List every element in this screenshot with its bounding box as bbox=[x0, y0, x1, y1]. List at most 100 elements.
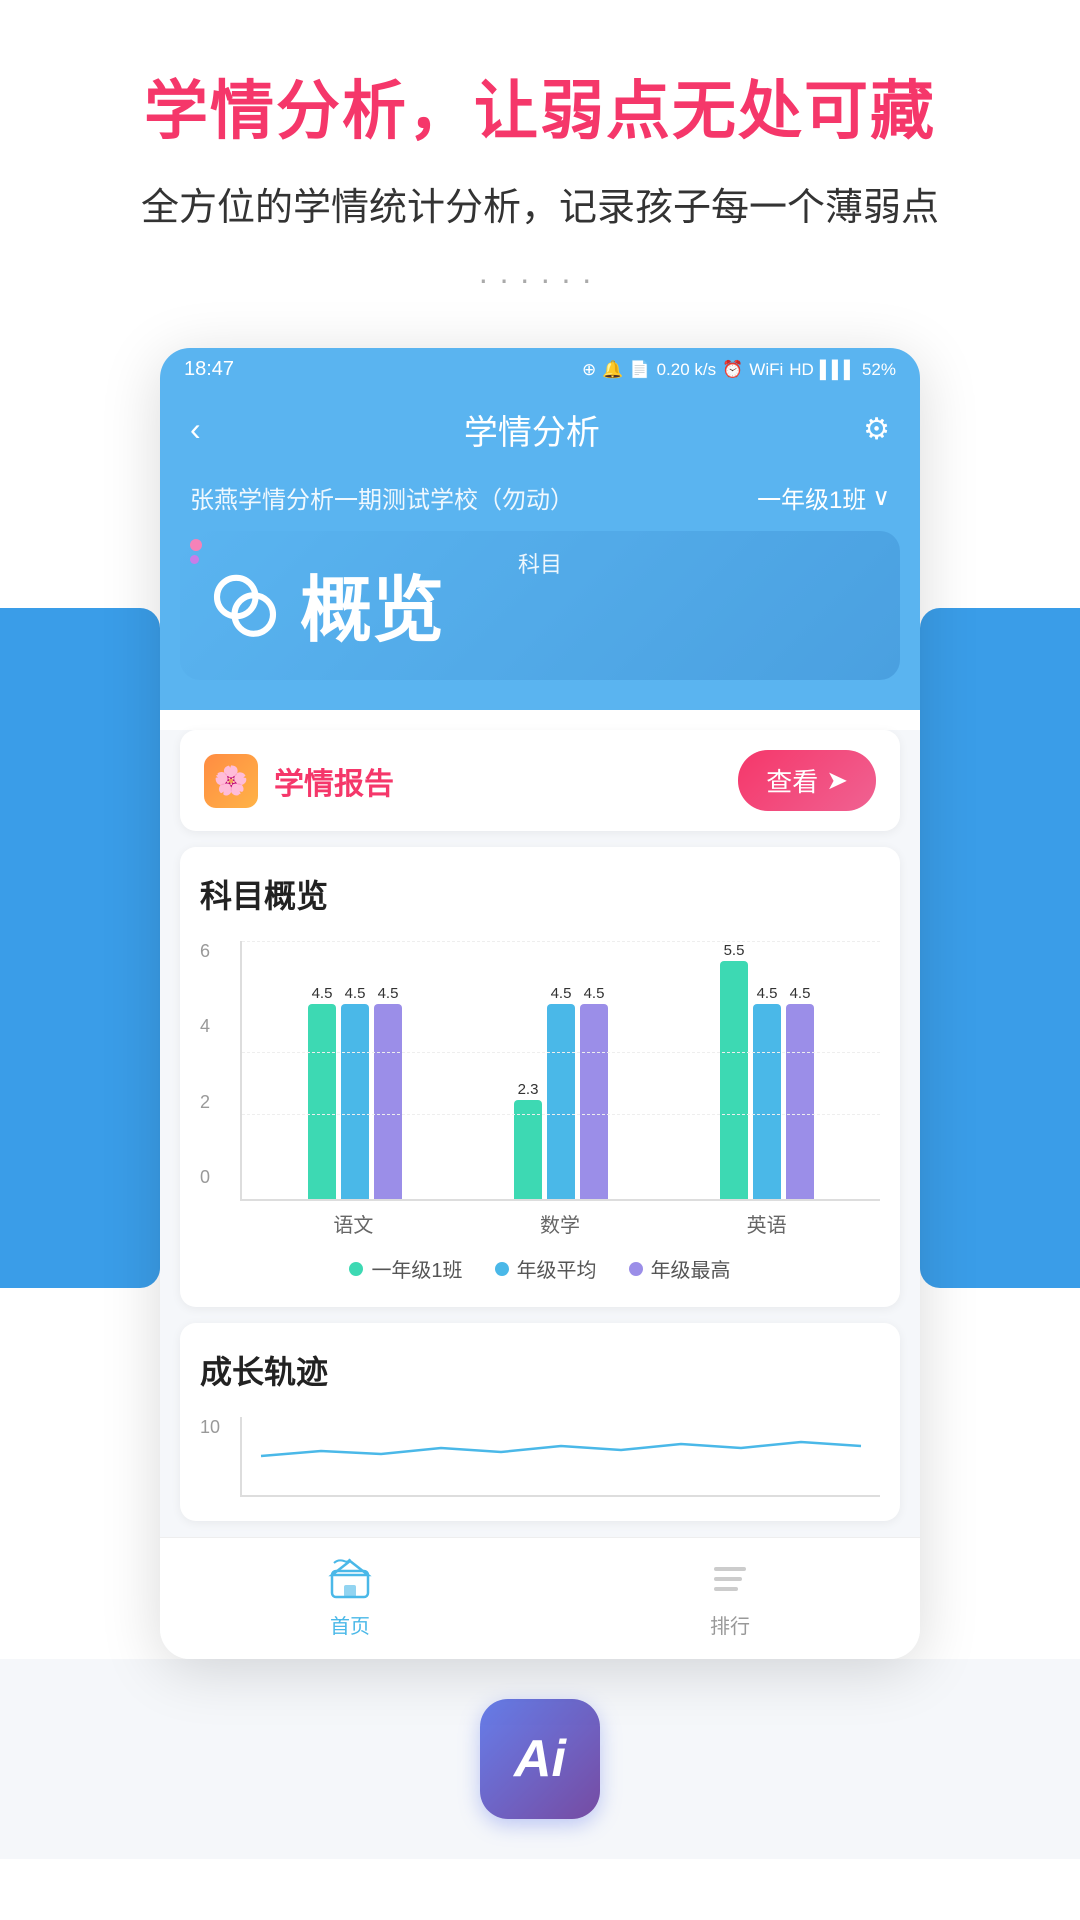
blue-panel-right bbox=[920, 608, 1080, 1288]
val-yingyu-2: 4.5 bbox=[757, 985, 778, 1002]
grid-line-4 bbox=[242, 1052, 880, 1053]
legend-label-class: 一年级1班 bbox=[371, 1254, 462, 1283]
report-left: 🌸 学情报告 bbox=[204, 754, 394, 808]
bar-blue-yuwen bbox=[341, 1004, 369, 1199]
legend-label-avg: 年级平均 bbox=[517, 1254, 597, 1283]
school-name: 张燕学情分析一期测试学校（勿动） bbox=[190, 480, 574, 515]
home-label: 首页 bbox=[330, 1610, 370, 1639]
growth-y-top: 10 bbox=[200, 1417, 220, 1438]
bars-shuxue: 2.3 4.5 4.5 bbox=[514, 985, 608, 1199]
val-yuwen-3: 4.5 bbox=[378, 985, 399, 1002]
y-label-2: 2 bbox=[200, 1092, 210, 1113]
status-time: 18:47 bbox=[184, 358, 234, 381]
phone-container: 18:47 ⊕ 🔔 📄 0.20 k/s ⏰ WiFi HD ▌▌▌ 52% ‹… bbox=[160, 348, 920, 1659]
bars-yuwen: 4.5 4.5 4.5 bbox=[308, 985, 402, 1199]
bar-shuxue-2: 4.5 bbox=[547, 985, 575, 1199]
report-card: 🌸 学情报告 查看 ➤ bbox=[180, 730, 900, 831]
bar-green-yuwen bbox=[308, 1004, 336, 1199]
content-area: 🌸 学情报告 查看 ➤ 科目概览 0 2 4 bbox=[160, 730, 920, 1659]
school-bar: 张燕学情分析一期测试学校（勿动） 一年级1班 ∨ bbox=[160, 472, 920, 531]
val-yuwen-1: 4.5 bbox=[312, 985, 333, 1002]
grid-line-2 bbox=[242, 1114, 880, 1115]
subject-card[interactable]: 科目 概览 bbox=[180, 531, 900, 680]
bar-yuwen-3: 4.5 bbox=[374, 985, 402, 1199]
status-icons: ⊕ 🔔 📄 0.20 k/s ⏰ WiFi HD ▌▌▌ 52% bbox=[582, 360, 896, 380]
x-label-shuxue: 数学 bbox=[540, 1209, 580, 1238]
main-title: 学情分析，让弱点无处可藏 bbox=[40, 60, 1040, 152]
x-label-yuwen: 语文 bbox=[333, 1209, 373, 1238]
bar-blue-yingyu bbox=[753, 1004, 781, 1199]
chart-area: 4.5 4.5 4.5 bbox=[240, 941, 880, 1201]
bar-yuwen-1: 4.5 bbox=[308, 985, 336, 1199]
bars-yingyu: 5.5 4.5 4.5 bbox=[720, 942, 814, 1199]
val-shuxue-2: 4.5 bbox=[551, 985, 572, 1002]
speed-label: 0.20 k/s bbox=[657, 360, 717, 380]
y-label-0: 0 bbox=[200, 1167, 210, 1188]
nav-item-rank[interactable]: 排行 bbox=[705, 1554, 755, 1639]
bar-yingyu-1: 5.5 bbox=[720, 942, 748, 1199]
chart-title: 科目概览 bbox=[200, 871, 880, 917]
x-axis: 语文 数学 英语 bbox=[240, 1201, 880, 1238]
bar-purple-yuwen bbox=[374, 1004, 402, 1199]
bar-yingyu-3: 4.5 bbox=[786, 985, 814, 1199]
chart-legend: 一年级1班 年级平均 年级最高 bbox=[200, 1254, 880, 1283]
val-yingyu-3: 4.5 bbox=[790, 985, 811, 1002]
file-icon: 📄 bbox=[629, 360, 650, 380]
growth-chart-area: 10 bbox=[200, 1417, 880, 1497]
dot-pink bbox=[190, 539, 202, 551]
nav-bar: ‹ 学情分析 ⚙ bbox=[160, 391, 920, 472]
legend-dot-class bbox=[349, 1262, 363, 1276]
nav-title: 学情分析 bbox=[464, 405, 600, 454]
subject-label: 科目 bbox=[518, 547, 562, 579]
grid-line-6 bbox=[242, 941, 880, 942]
wifi-icon: WiFi bbox=[749, 360, 783, 380]
gear-icon[interactable]: ⚙ bbox=[863, 412, 890, 447]
bar-shuxue-1: 2.3 bbox=[514, 1081, 542, 1199]
volume-icon: 🔔 bbox=[602, 360, 623, 380]
legend-class: 一年级1班 bbox=[349, 1254, 462, 1283]
bar-purple-shuxue bbox=[580, 1004, 608, 1199]
nav-icon: ⊕ bbox=[582, 360, 596, 380]
bars-container: 4.5 4.5 4.5 bbox=[242, 941, 880, 1199]
legend-label-max: 年级最高 bbox=[651, 1254, 731, 1283]
group-yuwen: 4.5 4.5 4.5 bbox=[308, 985, 402, 1199]
val-shuxue-1: 2.3 bbox=[518, 1081, 539, 1098]
ai-button[interactable]: Ai bbox=[480, 1699, 600, 1819]
bar-yuwen-2: 4.5 bbox=[341, 985, 369, 1199]
report-title: 学情报告 bbox=[274, 759, 394, 803]
bar-shuxue-3: 4.5 bbox=[580, 985, 608, 1199]
x-label-yingyu: 英语 bbox=[747, 1209, 787, 1238]
class-selector[interactable]: 一年级1班 ∨ bbox=[757, 480, 890, 515]
val-yingyu-1: 5.5 bbox=[724, 942, 745, 959]
growth-title: 成长轨迹 bbox=[200, 1347, 880, 1393]
top-section: 学情分析，让弱点无处可藏 全方位的学情统计分析，记录孩子每一个薄弱点 ·····… bbox=[0, 0, 1080, 348]
report-icon: 🌸 bbox=[204, 754, 258, 808]
view-label: 查看 bbox=[766, 762, 818, 799]
y-axis: 0 2 4 6 bbox=[200, 941, 210, 1188]
growth-section: 成长轨迹 10 bbox=[180, 1323, 900, 1521]
chart-section: 科目概览 0 2 4 6 bbox=[180, 847, 900, 1307]
y-label-4: 4 bbox=[200, 1016, 210, 1037]
back-button[interactable]: ‹ bbox=[190, 411, 201, 448]
class-label: 一年级1班 bbox=[757, 480, 866, 515]
bar-yingyu-2: 4.5 bbox=[753, 985, 781, 1199]
val-shuxue-3: 4.5 bbox=[584, 985, 605, 1002]
alarm-icon: ⏰ bbox=[722, 360, 743, 380]
sub-title: 全方位的学情统计分析，记录孩子每一个薄弱点 bbox=[40, 176, 1040, 231]
bar-green-yingyu bbox=[720, 961, 748, 1199]
dots-decoration-icon bbox=[190, 539, 202, 564]
legend-max: 年级最高 bbox=[629, 1254, 731, 1283]
val-yuwen-2: 4.5 bbox=[345, 985, 366, 1002]
legend-dot-avg bbox=[495, 1262, 509, 1276]
bar-blue-shuxue bbox=[547, 1004, 575, 1199]
dropdown-icon: ∨ bbox=[872, 483, 890, 512]
growth-chart bbox=[240, 1417, 880, 1497]
phone-wrapper: 18:47 ⊕ 🔔 📄 0.20 k/s ⏰ WiFi HD ▌▌▌ 52% ‹… bbox=[0, 348, 1080, 1659]
hd-label: HD bbox=[789, 360, 814, 380]
subject-tabs-area: 科目 概览 bbox=[160, 531, 920, 710]
nav-item-home[interactable]: 首页 bbox=[325, 1554, 375, 1639]
group-yingyu: 5.5 4.5 4.5 bbox=[720, 942, 814, 1199]
arrow-icon: ➤ bbox=[826, 765, 848, 796]
view-button[interactable]: 查看 ➤ bbox=[738, 750, 876, 811]
subject-current: 概览 bbox=[300, 551, 444, 656]
